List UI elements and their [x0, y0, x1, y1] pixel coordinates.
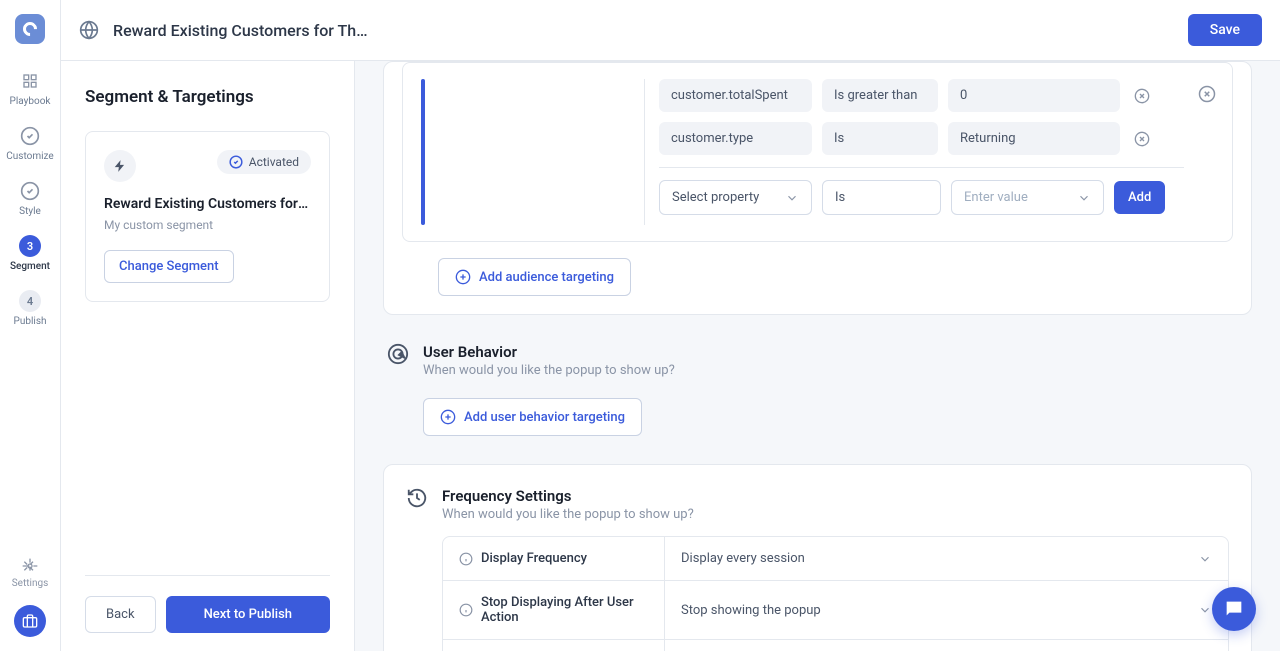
step-number: 3 — [19, 235, 41, 257]
chevron-down-icon — [785, 191, 799, 205]
check-circle-icon — [229, 155, 243, 169]
left-panel: Segment & Targetings Activated Reward Ex… — [61, 61, 355, 651]
segment-title: Reward Existing Customers for Th… — [104, 196, 311, 212]
filter-new-row: Select property Is Enter value Add — [659, 180, 1184, 215]
add-audience-targeting-button[interactable]: Add audience targeting — [438, 258, 631, 296]
rail-step-label: Playbook — [10, 96, 51, 107]
target-icon — [387, 343, 409, 365]
section-title: Frequency Settings — [442, 487, 694, 505]
remove-filter-button[interactable] — [1130, 88, 1154, 104]
filter-property[interactable]: customer.type — [659, 122, 812, 155]
close-circle-icon — [1198, 85, 1216, 103]
rail-step-label: Publish — [14, 316, 47, 327]
check-circle-icon — [19, 125, 41, 147]
gear-icon — [22, 558, 38, 574]
top-bar: Reward Existing Customers for Their … Sa… — [61, 0, 1280, 61]
check-circle-icon — [19, 180, 41, 202]
chat-icon — [1223, 598, 1245, 620]
info-icon[interactable] — [459, 552, 473, 566]
close-circle-icon — [1134, 131, 1150, 147]
badge-label: Activated — [249, 155, 299, 169]
add-user-behavior-button[interactable]: Add user behavior targeting — [423, 398, 642, 436]
save-button[interactable]: Save — [1188, 14, 1262, 46]
rail-step-label: Style — [19, 206, 41, 217]
briefcase-icon — [22, 613, 38, 629]
enter-value-input[interactable]: Enter value — [951, 180, 1104, 215]
stop-displaying-select[interactable]: Stop showing the popup — [665, 581, 1228, 639]
bolt-icon — [104, 150, 136, 182]
filter-operator[interactable]: Is — [822, 122, 938, 155]
activated-badge: Activated — [217, 150, 311, 174]
display-frequency-select[interactable]: Display every session — [665, 537, 1228, 580]
grid-icon — [19, 70, 41, 92]
add-filter-button[interactable]: Add — [1114, 181, 1165, 214]
filter-row: customer.type Is Returning — [659, 122, 1184, 155]
rail-step-label: Customize — [6, 151, 53, 162]
rail-workspace-button[interactable] — [14, 605, 46, 637]
section-subtitle: When would you like the popup to show up… — [423, 363, 675, 378]
chevron-down-icon — [1077, 191, 1091, 205]
filter-group-bar — [421, 79, 425, 225]
display-frequency-label: Display Frequency — [443, 537, 665, 580]
history-icon — [406, 487, 428, 509]
close-circle-icon — [1134, 88, 1150, 104]
back-button[interactable]: Back — [85, 596, 156, 633]
segment-card: Activated Reward Existing Customers for … — [85, 131, 330, 302]
chevron-down-icon — [1198, 603, 1212, 617]
filter-value[interactable]: 0 — [948, 79, 1120, 112]
rail-settings-label: Settings — [12, 578, 49, 589]
user-behavior-section: User Behavior When would you like the po… — [387, 343, 1248, 436]
rail-step-segment[interactable]: 3 Segment — [10, 235, 50, 272]
panel-heading: Segment & Targetings — [85, 87, 330, 107]
rail-step-style[interactable]: Style — [19, 180, 41, 217]
section-title: User Behavior — [423, 343, 675, 361]
filter-row: customer.totalSpent Is greater than 0 — [659, 79, 1184, 112]
sidebar-rail: Playbook Customize Style 3 Segment 4 Pub… — [0, 0, 61, 651]
rail-step-label: Segment — [10, 261, 50, 272]
divider — [659, 167, 1184, 168]
next-publish-button[interactable]: Next to Publish — [166, 596, 330, 633]
filter-property[interactable]: customer.totalSpent — [659, 79, 812, 112]
plus-circle-icon — [455, 269, 471, 285]
rail-step-customize[interactable]: Customize — [6, 125, 53, 162]
change-segment-button[interactable]: Change Segment — [104, 250, 234, 283]
filter-operator[interactable]: Is greater than — [822, 79, 938, 112]
select-operator-dropdown[interactable]: Is — [822, 180, 941, 215]
frequency-settings-card: Frequency Settings When would you like t… — [383, 464, 1252, 651]
plus-circle-icon — [440, 409, 456, 425]
globe-icon[interactable] — [79, 20, 99, 40]
rail-settings[interactable]: Settings — [12, 558, 49, 589]
stop-displaying-label: Stop Displaying After User Action — [443, 581, 665, 639]
app-logo[interactable] — [15, 14, 45, 44]
select-property-dropdown[interactable]: Select property — [659, 180, 812, 215]
page-title: Reward Existing Customers for Their … — [113, 21, 373, 40]
section-subtitle: When would you like the popup to show up… — [442, 507, 694, 522]
remove-filter-button[interactable] — [1130, 131, 1154, 147]
rail-step-publish[interactable]: 4 Publish — [14, 290, 47, 327]
remove-group-button[interactable] — [1198, 79, 1216, 107]
audience-card: customer.totalSpent Is greater than 0 cu… — [383, 61, 1252, 315]
info-icon[interactable] — [459, 603, 473, 617]
segment-subtitle: My custom segment — [104, 218, 311, 232]
step-number: 4 — [19, 290, 41, 312]
chevron-down-icon — [1198, 552, 1212, 566]
rail-step-playbook[interactable]: Playbook — [10, 70, 51, 107]
main-area: customer.totalSpent Is greater than 0 cu… — [355, 61, 1280, 651]
filter-value[interactable]: Returning — [948, 122, 1120, 155]
chat-fab[interactable] — [1212, 587, 1256, 631]
